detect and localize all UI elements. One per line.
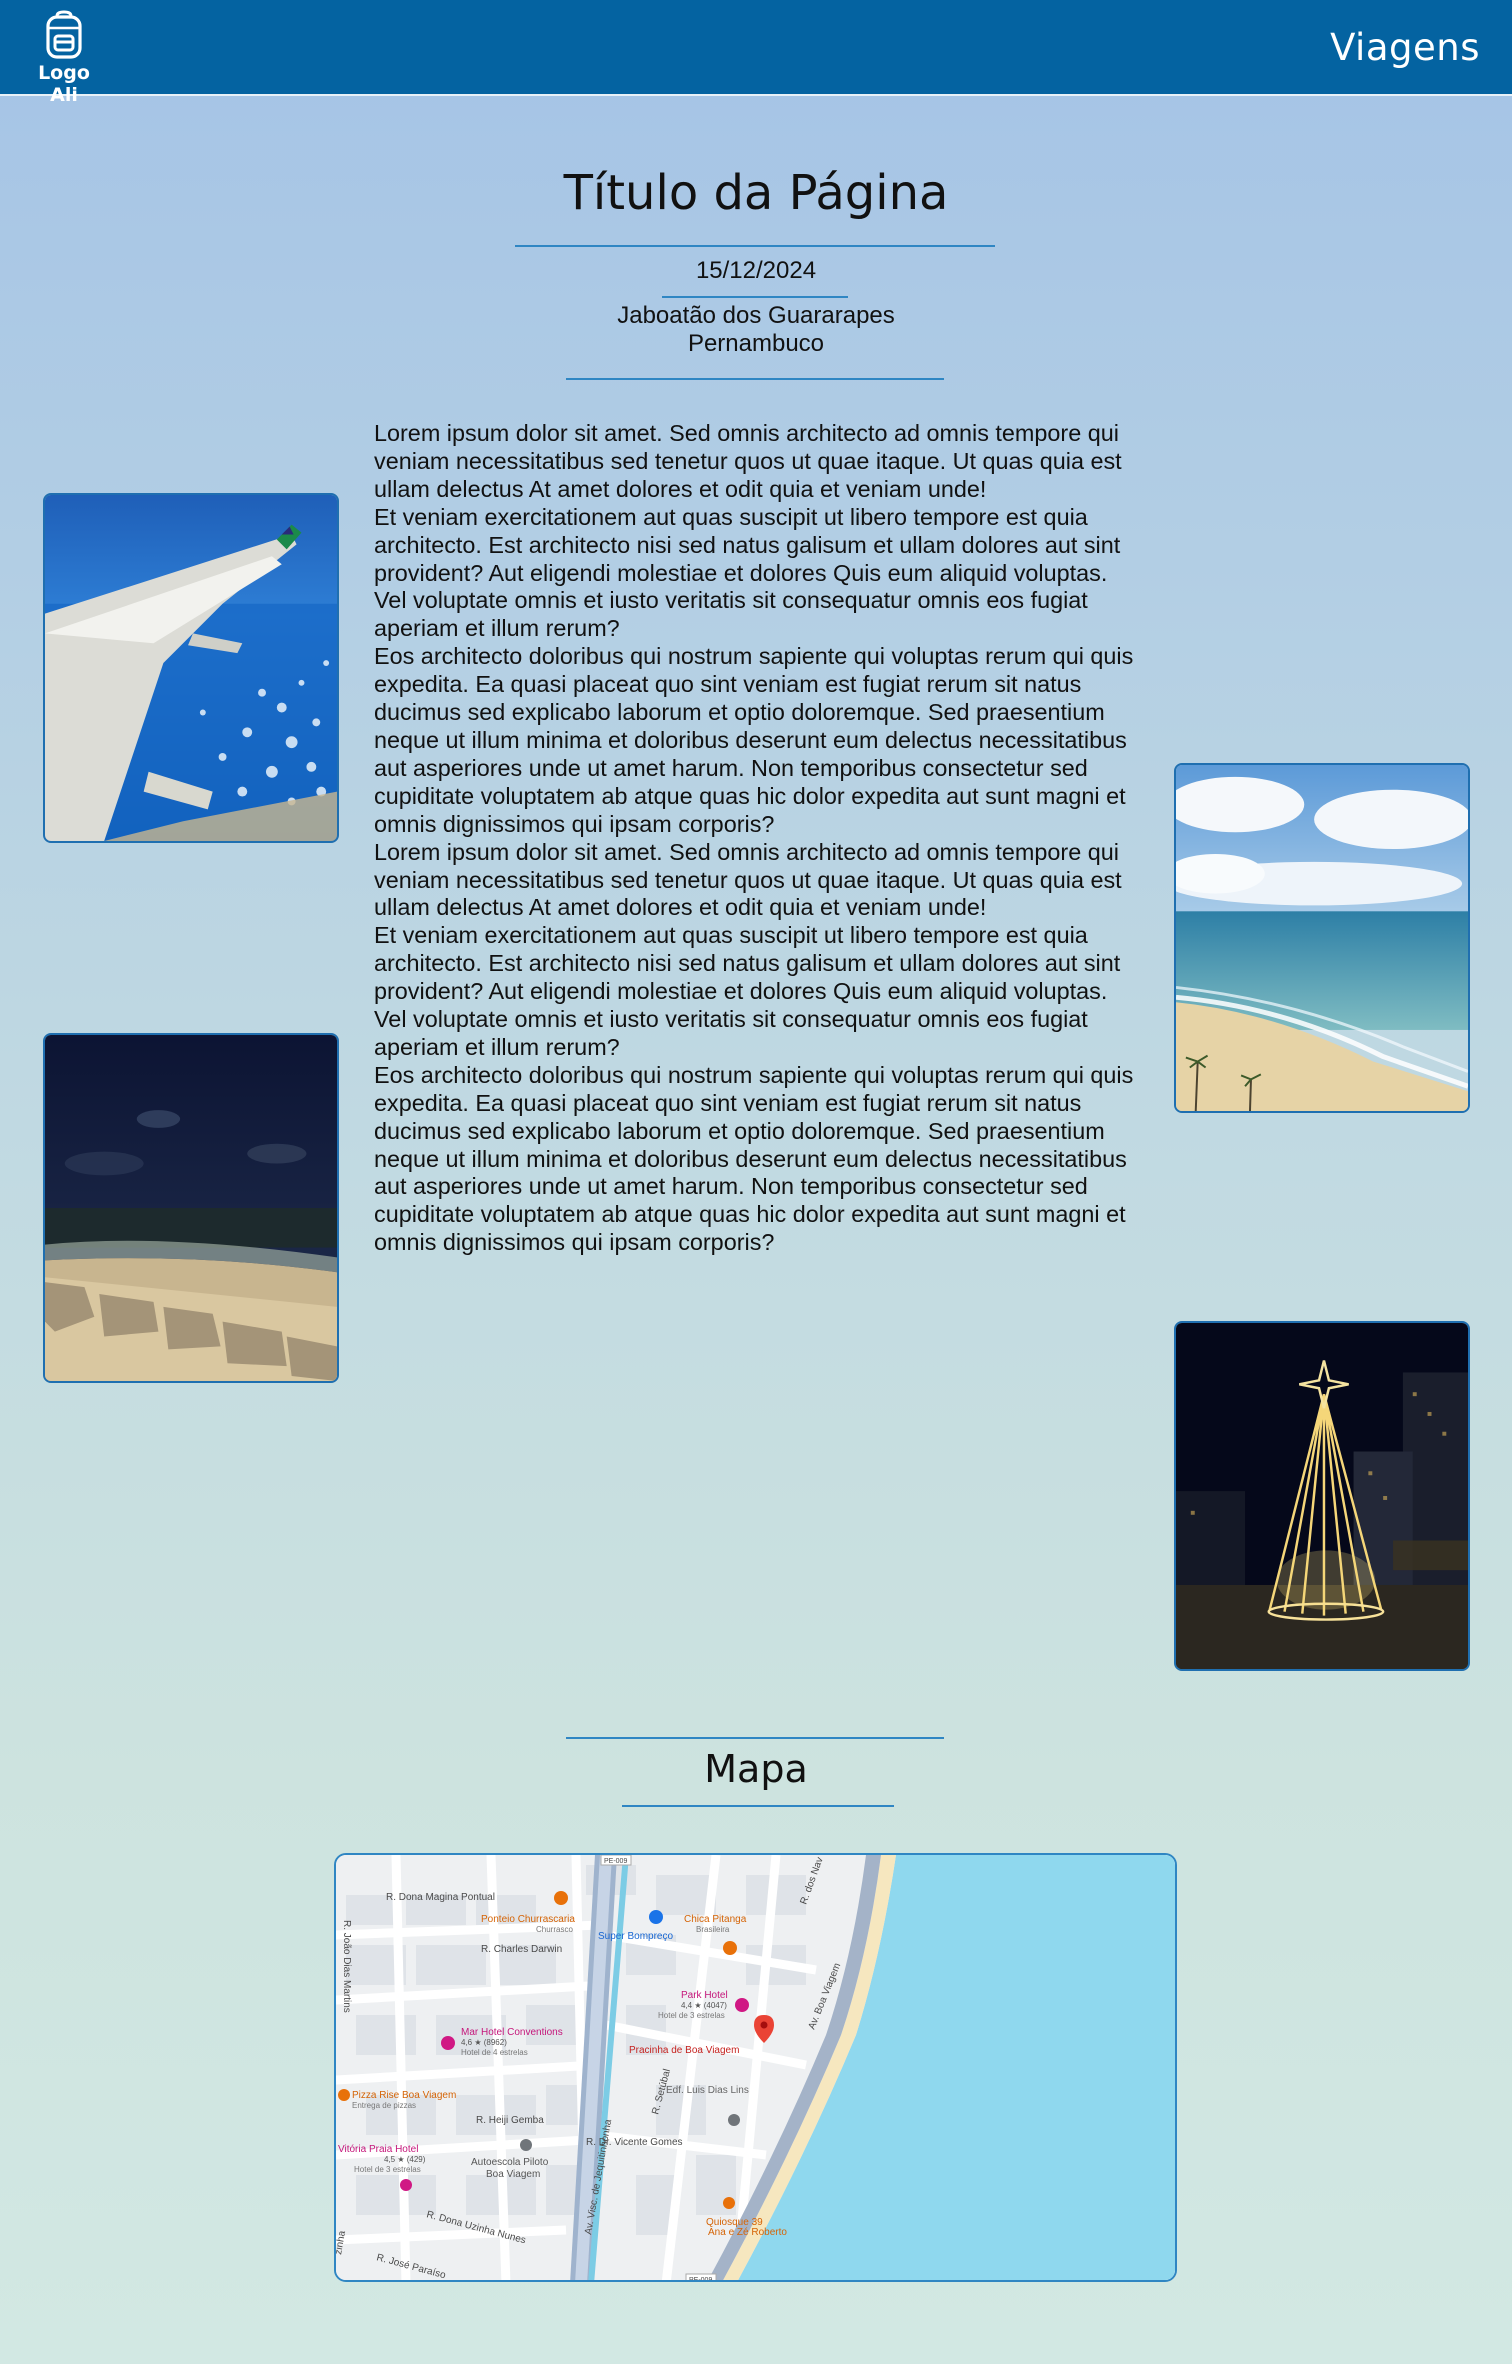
logo[interactable]: Logo Ali	[22, 10, 106, 106]
map-poi-pizza-sub: Entrega de pizzas	[352, 2101, 416, 2110]
restaurant-icon[interactable]	[723, 1941, 737, 1955]
map-poi-mar[interactable]: Mar Hotel Conventions	[461, 2027, 563, 2038]
date-divider	[662, 296, 848, 298]
map-label-joao-dias: R. João Dias Martins	[341, 1920, 352, 2013]
article-paragraph: Lorem ipsum dolor sit amet. Sed omnis ar…	[374, 838, 1122, 921]
hotel-icon[interactable]	[735, 1998, 749, 2012]
map-label-autoescola: Autoescola Piloto	[471, 2157, 549, 2168]
map-poi-quiosque-sub: Ana e Zé Roberto	[708, 2227, 787, 2238]
map-poi-ponteio-sub: Churrasco	[536, 1925, 573, 1934]
map-poi-chica[interactable]: Chica Pitanga	[684, 1914, 747, 1925]
map-label-pe009-bottom: PE-009	[689, 2277, 712, 2282]
post-date: 15/12/2024	[695, 257, 817, 284]
location-state: Pernambuco	[687, 330, 825, 357]
map-poi-mar-sub: Hotel de 4 estrelas	[461, 2048, 528, 2057]
map-label-heiji: R. Heiji Gemba	[476, 2115, 544, 2126]
beach-day-photo[interactable]	[1174, 763, 1470, 1113]
article-paragraph: Et veniam exercitationem aut quas suscip…	[374, 922, 1121, 1060]
hotel-icon[interactable]	[400, 2179, 412, 2191]
backpack-icon	[46, 10, 82, 59]
title-divider	[515, 245, 995, 247]
map-poi-vitoria-sub: Hotel de 3 estrelas	[354, 2165, 421, 2174]
location-city: Jaboatão dos Guararapes	[617, 302, 895, 329]
map-poi-park[interactable]: Park Hotel	[681, 1990, 728, 2001]
logo-text: Logo Ali	[38, 62, 90, 106]
map-label-dona-magina: R. Dona Magina Pontual	[386, 1892, 495, 1903]
map-title-bottom-divider	[622, 1805, 894, 1807]
map-poi-chica-sub: Brasileira	[696, 1925, 730, 1934]
restaurant-icon[interactable]	[554, 1891, 568, 1905]
map-poi-pracinha[interactable]: Pracinha de Boa Viagem	[629, 2045, 739, 2056]
map-section-title: Mapa	[704, 1747, 808, 1791]
article-paragraph: Et veniam exercitationem aut quas suscip…	[374, 503, 1121, 642]
map-title-top-divider	[566, 1737, 944, 1739]
shopping-icon[interactable]	[649, 1910, 663, 1924]
hotel-icon[interactable]	[441, 2036, 455, 2050]
article-paragraph: Eos architecto doloribus qui nostrum sap…	[374, 1061, 1134, 1256]
map-poi-ponteio[interactable]: Ponteio Churrascaria	[481, 1914, 575, 1925]
map-label-autoescola-sub: Boa Viagem	[486, 2169, 540, 2180]
restaurant-icon[interactable]	[338, 2089, 350, 2101]
restaurant-icon[interactable]	[723, 2197, 735, 2209]
map-label-charles: R. Charles Darwin	[481, 1944, 562, 1955]
embedded-map[interactable]: PE-009 R. Dona Magina Pontual R. Charles…	[334, 1853, 1177, 2282]
map-poi-vitoria-rating: 4,5 ★ (429)	[384, 2155, 426, 2164]
page-title: Título da Página	[563, 165, 949, 221]
christmas-tree-photo[interactable]	[1174, 1321, 1470, 1671]
map-poi-park-rating: 4,4 ★ (4047)	[681, 2001, 727, 2010]
article-body: Lorem ipsum dolor sit amet. Sed omnis ar…	[374, 420, 1144, 1257]
article-paragraph: Lorem ipsum dolor sit amet. Sed omnis ar…	[374, 420, 1122, 502]
map-poi-vitoria[interactable]: Vitória Praia Hotel	[338, 2144, 418, 2155]
top-header: Logo Ali Viagens	[0, 0, 1512, 106]
map-poi-super[interactable]: Super Bompreço	[598, 1931, 673, 1942]
nav-link-viagens[interactable]: Viagens	[1330, 26, 1480, 69]
night-beach-photo[interactable]	[43, 1033, 339, 1383]
map-label-pe009-top: PE-009	[604, 1858, 627, 1865]
location-divider	[566, 378, 944, 380]
building-icon[interactable]	[728, 2114, 740, 2126]
map-poi-mar-rating: 4,6 ★ (8962)	[461, 2038, 507, 2047]
school-icon[interactable]	[520, 2139, 532, 2151]
map-label-edf: Edf. Luis Dias Lins	[666, 2085, 749, 2096]
article-paragraph: Eos architecto doloribus qui nostrum sap…	[374, 643, 1134, 837]
map-poi-pizza[interactable]: Pizza Rise Boa Viagem	[352, 2090, 456, 2101]
airplane-wing-photo[interactable]	[43, 493, 339, 843]
map-poi-park-sub: Hotel de 3 estrelas	[658, 2011, 725, 2020]
